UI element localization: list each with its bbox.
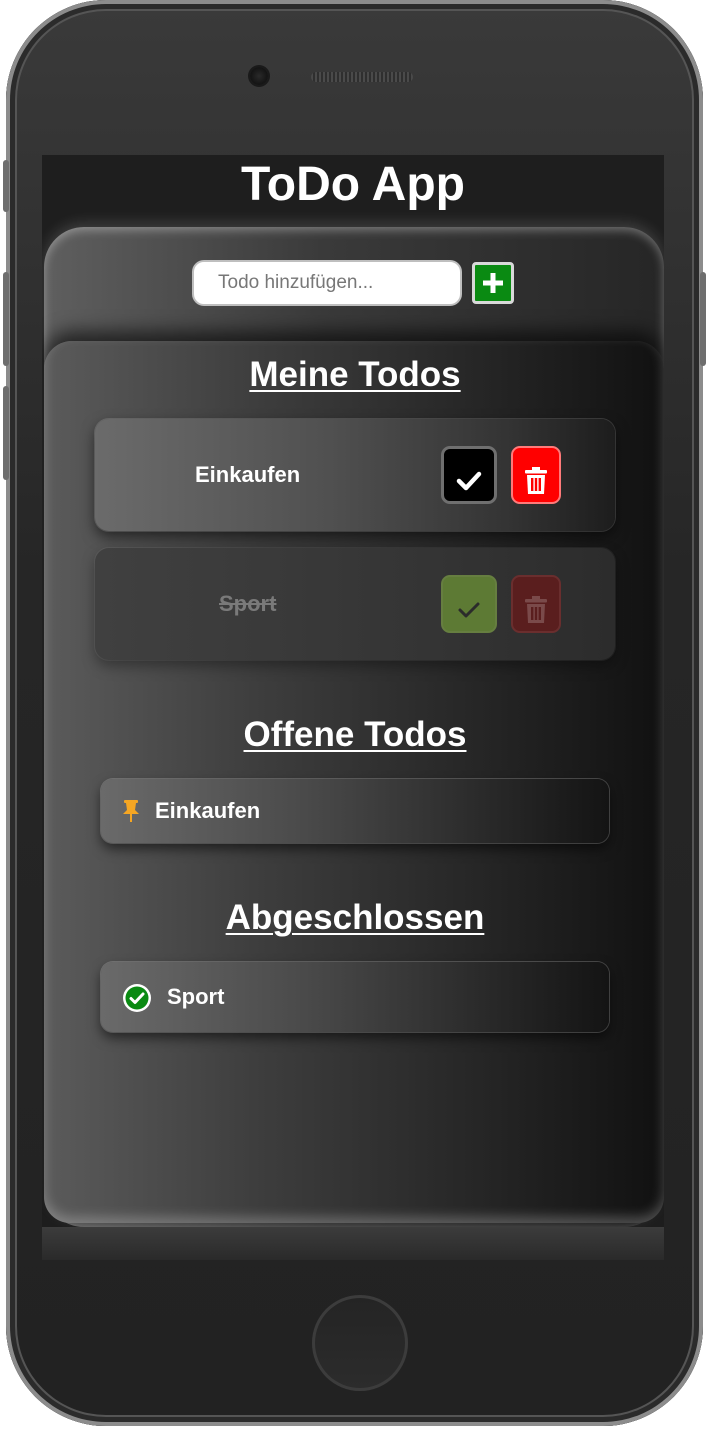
completed-todo-item: Sport [101, 962, 609, 1032]
trash-icon [525, 595, 547, 623]
check-circle-icon [123, 984, 151, 1012]
delete-button[interactable] [511, 446, 561, 504]
complete-button[interactable] [441, 446, 497, 504]
todo-card: Einkaufen [95, 419, 615, 531]
pin-icon [123, 800, 139, 822]
check-icon [456, 471, 482, 490]
todo-label: Einkaufen [195, 462, 301, 487]
app-title: ToDo App [241, 158, 465, 211]
complete-button[interactable] [441, 575, 497, 633]
power-button [700, 272, 706, 366]
todo-input[interactable] [192, 260, 462, 306]
front-camera [250, 67, 268, 85]
todo-panel: Meine Todos Einkaufen Sport Offene Todos… [44, 341, 664, 1223]
open-todo-label: Einkaufen [155, 798, 261, 823]
home-button[interactable] [312, 1295, 408, 1391]
completed-todo-label: Sport [167, 984, 225, 1009]
trash-icon [525, 466, 547, 494]
volume-down-button [3, 386, 9, 480]
add-todo-button[interactable] [472, 262, 514, 304]
section-title-open-todos: Offene Todos [243, 715, 467, 754]
plus-icon [483, 273, 503, 293]
todo-label: Sport [219, 591, 277, 616]
delete-button[interactable] [511, 575, 561, 633]
mute-switch [3, 160, 9, 212]
bottom-bar [42, 1227, 664, 1260]
open-todo-item: Einkaufen [101, 779, 609, 843]
section-title-completed: Abgeschlossen [225, 898, 485, 937]
earpiece-speaker [311, 72, 413, 82]
section-title-my-todos: Meine Todos [249, 355, 461, 394]
check-icon [458, 602, 480, 618]
todo-card-done: Sport [95, 548, 615, 660]
volume-up-button [3, 272, 9, 366]
app-screen: ToDo App Meine Todos Einkaufen [42, 155, 664, 1260]
